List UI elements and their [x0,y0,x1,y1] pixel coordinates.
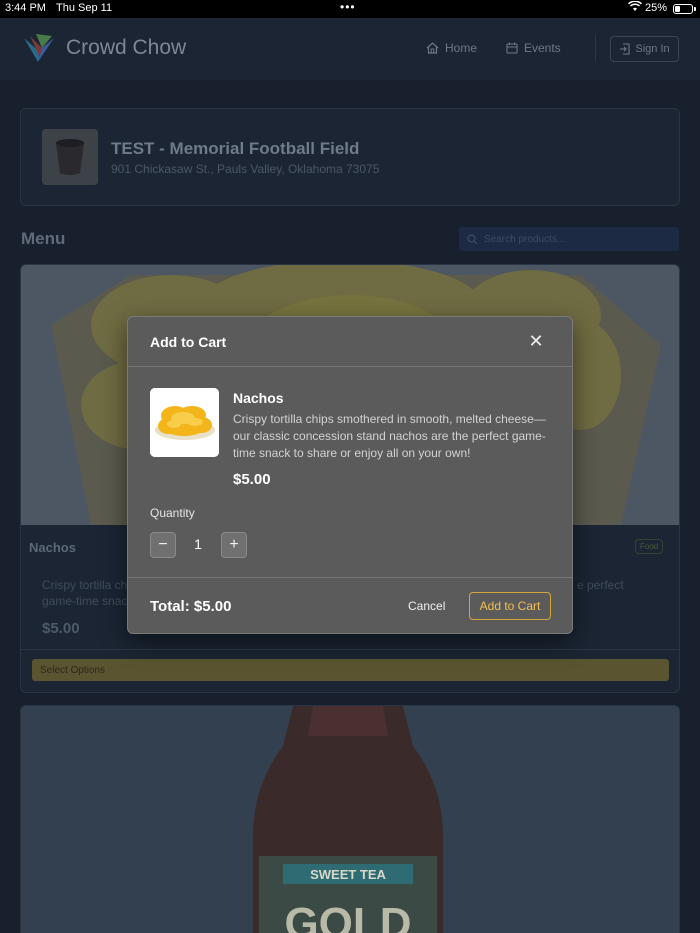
product-name: Nachos [29,540,76,555]
venue-title: TEST - Memorial Football Field [111,139,360,158]
wifi-icon [627,0,643,15]
bottle-label-line2: GOLD [284,899,411,933]
status-date: Thu Sep 11 [56,2,113,14]
sign-in-button[interactable]: Sign In [610,36,679,62]
search-icon [467,233,478,244]
nav-events-link[interactable]: Events [506,41,561,55]
item-image [150,388,219,457]
search-input[interactable]: Search products... [459,227,679,251]
venue-image [42,129,98,185]
order-total: Total: $5.00 [150,598,232,615]
bottle-label-line1: SWEET TEA [310,867,386,882]
divider [21,649,679,650]
add-to-cart-label: Add to Cart [479,599,541,613]
product-price: $5.00 [42,620,80,637]
category-badge: Food [635,539,664,554]
crowd-chow-logo-icon[interactable] [20,30,56,66]
search-placeholder: Search products... [484,233,566,245]
item-name: Nachos [233,390,284,406]
quantity-label: Quantity [150,506,195,520]
menu-title: Menu [21,229,66,248]
battery-percent: 25% [645,2,668,14]
venue-address: 901 Chickasaw St., Pauls Valley, Oklahom… [111,162,380,176]
select-options-button[interactable]: Select Options [32,659,669,681]
nav-home-link[interactable]: Home [426,41,477,55]
product-card[interactable]: SWEET TEA GOLD [20,705,680,933]
modal-title: Add to Cart [150,334,227,350]
item-description: Crispy tortilla chips smothered in smoot… [233,412,546,460]
close-icon[interactable]: ✕ [526,331,546,351]
sign-in-icon [620,43,630,55]
item-price: $5.00 [233,471,271,488]
status-bar: 3:44 PM Thu Sep 11 ••• 25% [0,0,700,18]
multitask-dots-icon[interactable]: ••• [340,0,356,14]
quantity-decrease-button[interactable]: − [150,532,176,558]
battery-icon [673,4,693,14]
sign-in-label: Sign In [635,43,670,55]
status-time: 3:44 PM [5,2,46,14]
modal-footer: Total: $5.00 Cancel Add to Cart [128,577,572,633]
venue-card: TEST - Memorial Football Field 901 Chick… [20,108,680,206]
quantity-increase-button[interactable]: + [221,532,247,558]
navbar: Crowd Chow Home Events Sign In [0,18,700,80]
brand-name[interactable]: Crowd Chow [66,36,186,60]
home-icon [426,42,439,54]
add-to-cart-modal: Add to Cart ✕ Nachos Crispy tortilla chi… [127,316,573,634]
nav-home-label: Home [445,41,478,55]
modal-header: Add to Cart ✕ [128,317,572,367]
nav-events-label: Events [524,41,561,55]
product-image: SWEET TEA GOLD [253,706,443,933]
quantity-value: 1 [194,536,202,552]
add-to-cart-button[interactable]: Add to Cart [469,592,551,620]
select-options-label: Select Options [40,664,106,676]
cancel-button[interactable]: Cancel [408,599,445,613]
calendar-icon [506,42,518,54]
nav-divider [595,35,596,61]
